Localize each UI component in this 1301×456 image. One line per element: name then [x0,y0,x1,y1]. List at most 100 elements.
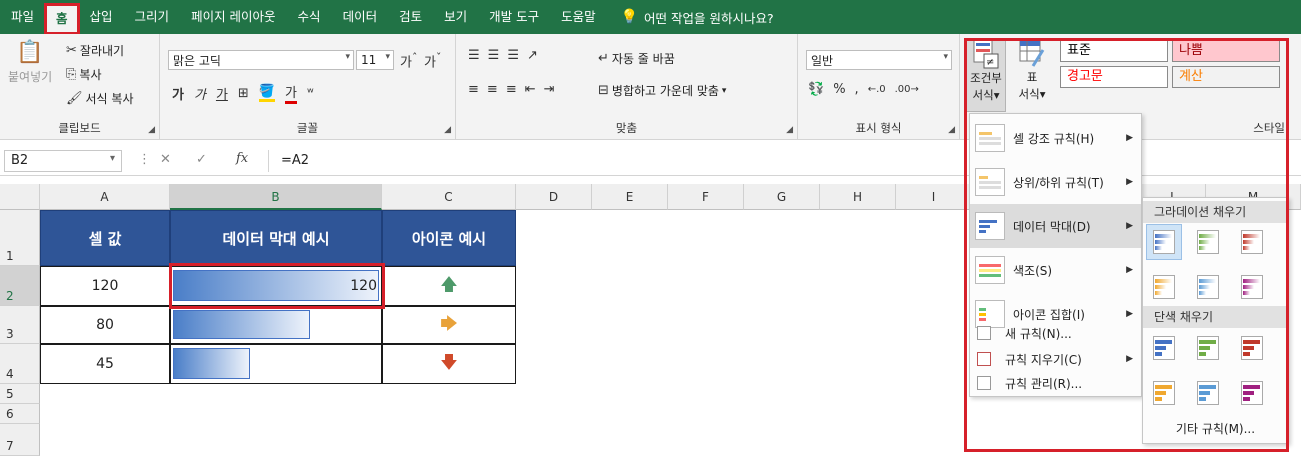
format-painter-button[interactable]: 🖌 서식 복사 [66,90,134,107]
font-color-icon[interactable]: 가 [285,82,297,104]
column-header-d[interactable]: D [516,184,592,210]
font-name-combo[interactable]: 맑은 고딕 ▾ [168,50,354,70]
increase-indent-icon[interactable]: ⇥ [544,82,555,97]
column-header-g[interactable]: G [744,184,820,210]
wrap-text-button[interactable]: ↵ 자동 줄 바꿈 [598,50,675,67]
font-size-combo[interactable]: 11 ▾ [356,50,394,70]
row-header-4[interactable]: 4 [0,344,40,384]
select-all-corner[interactable] [0,184,40,210]
solid-databar-swatch-2[interactable] [1235,331,1269,365]
tab-page-layout[interactable]: 페이지 레이아웃 [180,0,286,34]
column-header-a[interactable]: A [40,184,170,210]
tab-home[interactable]: 홈 [44,3,80,35]
cell-b3[interactable] [170,306,382,344]
menu-item-manage-rules[interactable]: 규칙 관리(R)... [970,370,1141,396]
orientation-icon[interactable]: ↗ [527,48,538,63]
formula-input[interactable]: =A2 [268,150,1298,172]
menu-item-new-rule[interactable]: 새 규칙(N)... [970,320,1141,346]
tab-help[interactable]: 도움말 [550,0,607,34]
row-header-1[interactable]: 1 [0,210,40,266]
comma-icon[interactable]: , [855,82,859,97]
menu-item-top-bottom-rules[interactable]: 상위/하위 규칙(T) ▶ [970,160,1141,204]
dialog-launcher-icon[interactable]: ◢ [786,125,793,135]
solid-databar-swatch-4[interactable] [1191,376,1225,410]
align-middle-icon[interactable]: ☰ [488,48,500,63]
solid-databar-swatch-0[interactable] [1147,331,1181,365]
insert-function-icon[interactable]: fx [236,151,248,166]
name-box[interactable]: B2 ▾ [4,150,122,172]
align-bottom-icon[interactable]: ☰ [507,48,519,63]
number-format-combo[interactable]: 일반 ▾ [806,50,952,70]
tab-insert[interactable]: 삽입 [79,0,124,34]
borders-icon[interactable]: ⊞ [238,86,249,101]
italic-icon[interactable]: 가 [194,84,206,103]
bold-icon[interactable]: 가 [172,84,184,103]
gradient-databar-swatch-0[interactable] [1146,224,1182,260]
menu-item-data-bars[interactable]: 데이터 막대(D) ▶ [970,204,1141,248]
menu-item-color-scales[interactable]: 색조(S) ▶ [970,248,1141,292]
cell-style-3[interactable]: 계산 [1172,66,1280,88]
gradient-databar-swatch-3[interactable] [1147,270,1181,304]
increase-decimal-icon[interactable]: ←.0 [868,84,886,95]
column-header-e[interactable]: E [592,184,668,210]
enter-check-icon[interactable]: ✓ [196,152,207,167]
row-header-7[interactable]: 7 [0,424,40,456]
accounting-icon[interactable]: 💱 [808,82,824,97]
dialog-launcher-icon[interactable]: ◢ [148,125,155,135]
header-cell-icon[interactable]: 아이콘 예시 [382,210,516,266]
cell-a3[interactable]: 80 [40,306,170,344]
cancel-icon[interactable]: ✕ [160,152,171,167]
tab-view[interactable]: 보기 [433,0,478,34]
decrease-decimal-icon[interactable]: .00→ [895,84,919,95]
gradient-databar-swatch-1[interactable] [1191,225,1225,259]
row-header-3[interactable]: 3 [0,306,40,344]
cell-style-2[interactable]: 경고문 [1060,66,1168,88]
cell-c3[interactable]: 🡆 [382,306,516,344]
cell-a4[interactable]: 45 [40,344,170,384]
header-cell-value[interactable]: 셀 값 [40,210,170,266]
fill-color-icon[interactable]: 🪣 [258,84,275,102]
menu-item-clear-rules[interactable]: 규칙 지우기(C) ▶ [970,346,1141,372]
align-top-icon[interactable]: ☰ [468,48,480,63]
solid-databar-swatch-1[interactable] [1191,331,1225,365]
column-header-i[interactable]: I [896,184,972,210]
tab-developer[interactable]: 개발 도구 [478,0,550,34]
column-header-c[interactable]: C [382,184,516,210]
tab-data[interactable]: 데이터 [332,0,389,34]
merge-center-button[interactable]: ⊟ 병합하고 가운데 맞춤 ▾ [598,82,726,99]
menu-item-highlight-cell-rules[interactable]: 셀 강조 규칙(H) ▶ [970,116,1141,160]
grow-font-button[interactable]: 가ˆ [400,51,417,70]
gradient-databar-swatch-2[interactable] [1235,225,1269,259]
solid-databar-swatch-3[interactable] [1147,376,1181,410]
cut-button[interactable]: ✂ 잘라내기 [66,42,124,59]
column-header-h[interactable]: H [820,184,896,210]
column-header-f[interactable]: F [668,184,744,210]
tab-formulas[interactable]: 수식 [287,0,332,34]
cell-c2[interactable]: 🡅 [382,266,516,306]
cell-style-1[interactable]: 나쁨 [1172,40,1280,62]
align-center-icon[interactable]: ≡ [487,82,498,97]
solid-databar-swatch-5[interactable] [1235,376,1269,410]
gradient-databar-swatch-5[interactable] [1235,270,1269,304]
phonetic-icon[interactable]: ʷ [307,86,314,101]
align-left-icon[interactable]: ≡ [468,82,479,97]
dialog-launcher-icon[interactable]: ◢ [948,125,955,135]
cell-a2[interactable]: 120 [40,266,170,306]
cell-b2[interactable]: 120 [170,266,382,306]
gradient-databar-swatch-4[interactable] [1191,270,1225,304]
tab-review[interactable]: 검토 [388,0,433,34]
tab-draw[interactable]: 그리기 [124,0,181,34]
header-cell-databar[interactable]: 데이터 막대 예시 [170,210,382,266]
row-header-5[interactable]: 5 [0,384,40,404]
cell-c4[interactable]: 🡇 [382,344,516,384]
paste-button[interactable]: 📋 붙여넣기 [8,40,52,85]
decrease-indent-icon[interactable]: ⇤ [525,82,536,97]
dialog-launcher-icon[interactable]: ◢ [444,125,451,135]
format-as-table-button[interactable]: 표 서식▾ [1014,38,1050,112]
column-header-b[interactable]: B [170,184,382,210]
conditional-formatting-button[interactable]: ≠ 조건부 서식▾ [966,38,1006,112]
copy-button[interactable]: ⎘ 복사 [66,66,102,83]
shrink-font-button[interactable]: 가ˇ [424,51,441,70]
row-header-2[interactable]: 2 [0,266,40,306]
cell-b4[interactable] [170,344,382,384]
